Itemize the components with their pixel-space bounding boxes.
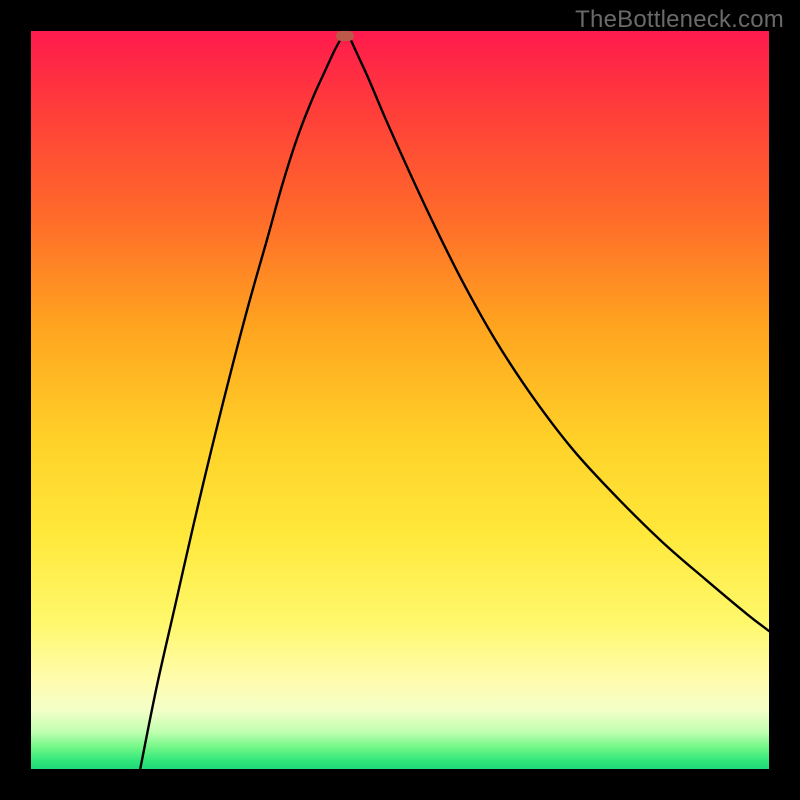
chart-frame: TheBottleneck.com (0, 0, 800, 800)
min-point-marker (336, 31, 354, 41)
curve-svg (31, 31, 769, 769)
plot-area (31, 31, 769, 769)
curve-right-branch (349, 36, 769, 631)
watermark-text: TheBottleneck.com (575, 6, 784, 34)
curve-left-branch (140, 36, 342, 769)
